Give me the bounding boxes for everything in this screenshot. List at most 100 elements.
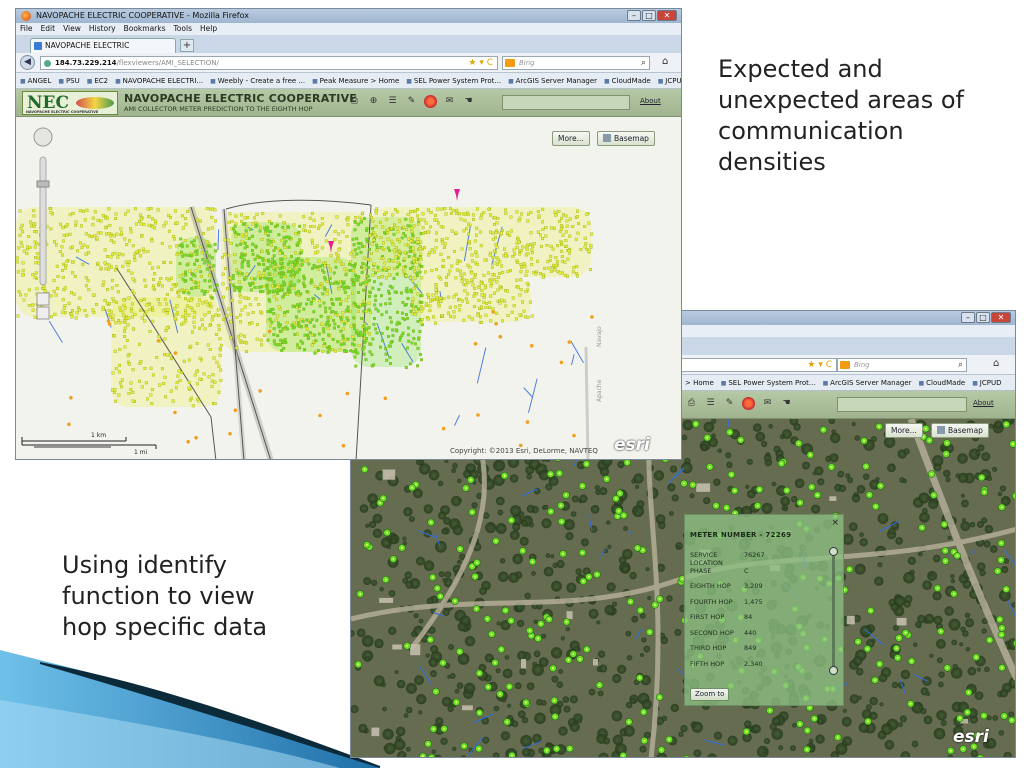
meter-point	[265, 225, 269, 229]
bookmark-star-icon[interactable]: ★ ▾ C	[807, 359, 832, 371]
bookmark-item[interactable]: EC2	[87, 73, 108, 88]
meter-point	[281, 295, 285, 299]
tool-globe-icon[interactable]: ⊕	[367, 95, 380, 108]
bookmark-item[interactable]: JCPUD	[972, 375, 1002, 390]
tool-pan-icon[interactable]: ☚	[462, 95, 475, 108]
street-map[interactable]: Navajo Apache 1 km 1 mi More... Basemap …	[16, 117, 681, 459]
meter-point	[434, 285, 438, 289]
menu-tools[interactable]: Tools	[174, 23, 192, 35]
meter-point	[387, 335, 390, 338]
minimize-button[interactable]: –	[627, 10, 641, 21]
meter-point	[437, 221, 440, 225]
maximize-button[interactable]: □	[976, 312, 990, 323]
meter-point	[181, 245, 184, 249]
bookmark-item[interactable]: CloudMade	[919, 375, 965, 390]
maximize-button[interactable]: □	[642, 10, 656, 21]
meter-point	[197, 282, 200, 286]
menu-bookmarks[interactable]: Bookmarks	[124, 23, 166, 35]
back-button[interactable]: ◀	[20, 55, 35, 70]
tool-layers-icon[interactable]: ☰	[386, 95, 399, 108]
meter-point	[228, 431, 232, 436]
meter-point	[233, 229, 236, 233]
meter-point	[277, 305, 281, 309]
meter-point	[61, 239, 65, 243]
zoom-to-button[interactable]: Zoom to	[690, 688, 730, 701]
tool-pan-icon[interactable]: ☚	[780, 397, 793, 410]
tool-bookmark-icon[interactable]: ✉	[761, 397, 774, 410]
meter-point	[21, 273, 25, 277]
popup-scrollbar[interactable]	[829, 547, 838, 675]
tool-layers-icon[interactable]: ☰	[704, 397, 717, 410]
bookmark-item[interactable]: SEL Power System Prot...	[721, 375, 815, 390]
app-search-input[interactable]	[502, 95, 630, 110]
meter-point	[207, 375, 211, 379]
tab-navopache[interactable]: NAVOPACHE ELECTRIC COOPERATIVE	[30, 38, 176, 64]
meter-point	[479, 282, 483, 286]
bookmark-item[interactable]: NAVOPACHE ELECTRI...	[115, 73, 204, 88]
bookmark-item[interactable]: JCPUD	[658, 73, 681, 88]
bookmark-item[interactable]: ArcGIS Server Manager	[823, 375, 911, 390]
menu-help[interactable]: Help	[200, 23, 217, 35]
meter-point	[201, 301, 205, 305]
meter-point	[554, 256, 558, 260]
menu-file[interactable]: File	[20, 23, 33, 35]
more-button[interactable]: More...	[885, 423, 923, 438]
meter-point	[343, 287, 347, 291]
tool-draw-icon[interactable]: ✎	[405, 95, 418, 108]
close-button[interactable]: ✕	[991, 312, 1011, 323]
about-link[interactable]: About	[973, 399, 994, 407]
bookmark-item[interactable]: PSU	[58, 73, 80, 88]
search-icon[interactable]: ⌕	[641, 57, 646, 70]
tool-identify-icon[interactable]	[742, 397, 755, 410]
menu-edit[interactable]: Edit	[41, 23, 56, 35]
popup-close-icon[interactable]: ×	[831, 518, 839, 528]
search-box[interactable]: Bing ⌕	[837, 358, 967, 372]
meter-point	[587, 249, 591, 253]
menu-view[interactable]: View	[63, 23, 81, 35]
url-bar[interactable]: 184.73.229.214/flexviewers/AMI_SELECTION…	[40, 56, 498, 70]
menu-history[interactable]: History	[89, 23, 116, 35]
meter-point	[509, 229, 513, 233]
meter-point	[159, 277, 163, 281]
tool-draw-icon[interactable]: ✎	[723, 397, 736, 410]
search-icon[interactable]: ⌕	[958, 359, 963, 372]
more-button[interactable]: More...	[552, 131, 590, 146]
search-box[interactable]: Bing ⌕	[502, 56, 650, 70]
minimize-button[interactable]: –	[961, 312, 975, 323]
about-link[interactable]: About	[640, 97, 661, 105]
meter-point	[467, 240, 471, 243]
bookmark-item[interactable]: ArcGIS Server Manager	[508, 73, 597, 88]
close-button[interactable]: ✕	[657, 10, 677, 21]
bookmark-item[interactable]: ANGEL	[20, 73, 52, 88]
meter-point	[299, 325, 303, 328]
tool-print-icon[interactable]: ⎙	[685, 397, 698, 410]
new-tab-button[interactable]: +	[180, 39, 194, 52]
meter-point	[286, 293, 290, 296]
home-icon[interactable]: ⌂	[662, 56, 668, 67]
bookmark-item[interactable]: > Home	[685, 375, 714, 390]
meter-point	[415, 260, 419, 264]
meter-point	[257, 271, 261, 275]
satellite-map[interactable]: More... Basemap esri	[351, 419, 1015, 757]
bookmark-star-icon[interactable]: ★ ▾ C	[468, 57, 493, 69]
bookmark-item[interactable]: Peak Measure > Home	[312, 73, 400, 88]
app-search-input[interactable]	[837, 397, 967, 412]
meter-point	[405, 346, 409, 350]
tool-bookmark-icon[interactable]: ✉	[443, 95, 456, 108]
tool-identify-icon[interactable]	[424, 95, 437, 108]
meter-point	[244, 276, 248, 280]
basemap-button[interactable]: Basemap	[931, 423, 989, 438]
meter-point	[368, 350, 372, 354]
tool-print-icon[interactable]: ⎙	[348, 95, 361, 108]
meter-point	[107, 308, 111, 312]
bookmark-item[interactable]: Weebly - Create a free ...	[210, 73, 305, 88]
bookmark-item[interactable]: SEL Power System Prot...	[406, 73, 501, 88]
meter-point	[357, 344, 361, 348]
basemap-button[interactable]: Basemap	[597, 131, 655, 146]
home-icon[interactable]: ⌂	[993, 358, 999, 369]
meter-point	[370, 252, 373, 255]
meter-point	[243, 222, 247, 225]
meter-point	[219, 378, 223, 382]
bookmark-item[interactable]: CloudMade	[604, 73, 651, 88]
meter-point	[374, 271, 377, 275]
